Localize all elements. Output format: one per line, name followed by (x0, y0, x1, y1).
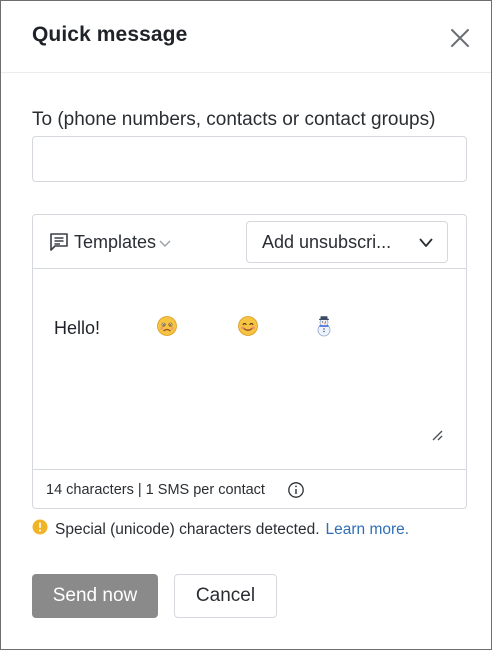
message-counter-bar: 14 characters | 1 SMS per contact (33, 469, 466, 509)
warning-icon (32, 519, 48, 540)
message-textarea[interactable]: Hello! (33, 270, 466, 469)
frowning-face-emoji (106, 294, 178, 363)
send-now-button[interactable]: Send now (32, 574, 158, 618)
add-unsubscribe-label: Add unsubscri... (262, 232, 392, 252)
message-text: Hello! (54, 318, 101, 338)
message-editor: Templates Add unsubscri... Hello! 14 cha… (32, 214, 467, 509)
close-button[interactable] (447, 25, 473, 51)
info-icon[interactable] (287, 481, 305, 504)
character-counter: 14 characters | 1 SMS per contact (46, 482, 265, 498)
recipients-input[interactable] (32, 136, 467, 182)
message-square-icon (50, 233, 68, 251)
warning-text: Special (unicode) characters detected. (55, 520, 320, 538)
smiling-face-emoji (187, 294, 259, 363)
add-unsubscribe-dropdown[interactable]: Add unsubscri... (246, 221, 448, 263)
dialog-header: Quick message (1, 1, 491, 73)
templates-dropdown[interactable]: Templates (48, 229, 172, 255)
resize-handle-icon[interactable] (430, 428, 444, 442)
dialog-title: Quick message (32, 23, 188, 46)
quick-message-dialog: Quick message To (phone numbers, contact… (0, 0, 492, 650)
cancel-button[interactable]: Cancel (174, 574, 277, 618)
learn-more-link[interactable]: Learn more. (326, 521, 410, 539)
editor-toolbar: Templates Add unsubscri... (33, 215, 466, 269)
templates-label: Templates (74, 231, 157, 252)
close-icon (451, 29, 469, 47)
snowman-emoji (264, 294, 334, 363)
chevron-down-icon (419, 238, 433, 247)
recipients-label: To (phone numbers, contacts or contact g… (32, 109, 436, 130)
message-content: Hello! (54, 294, 334, 363)
unicode-warning: Special (unicode) characters detected. L… (32, 519, 409, 540)
chevron-down-icon (159, 240, 171, 247)
